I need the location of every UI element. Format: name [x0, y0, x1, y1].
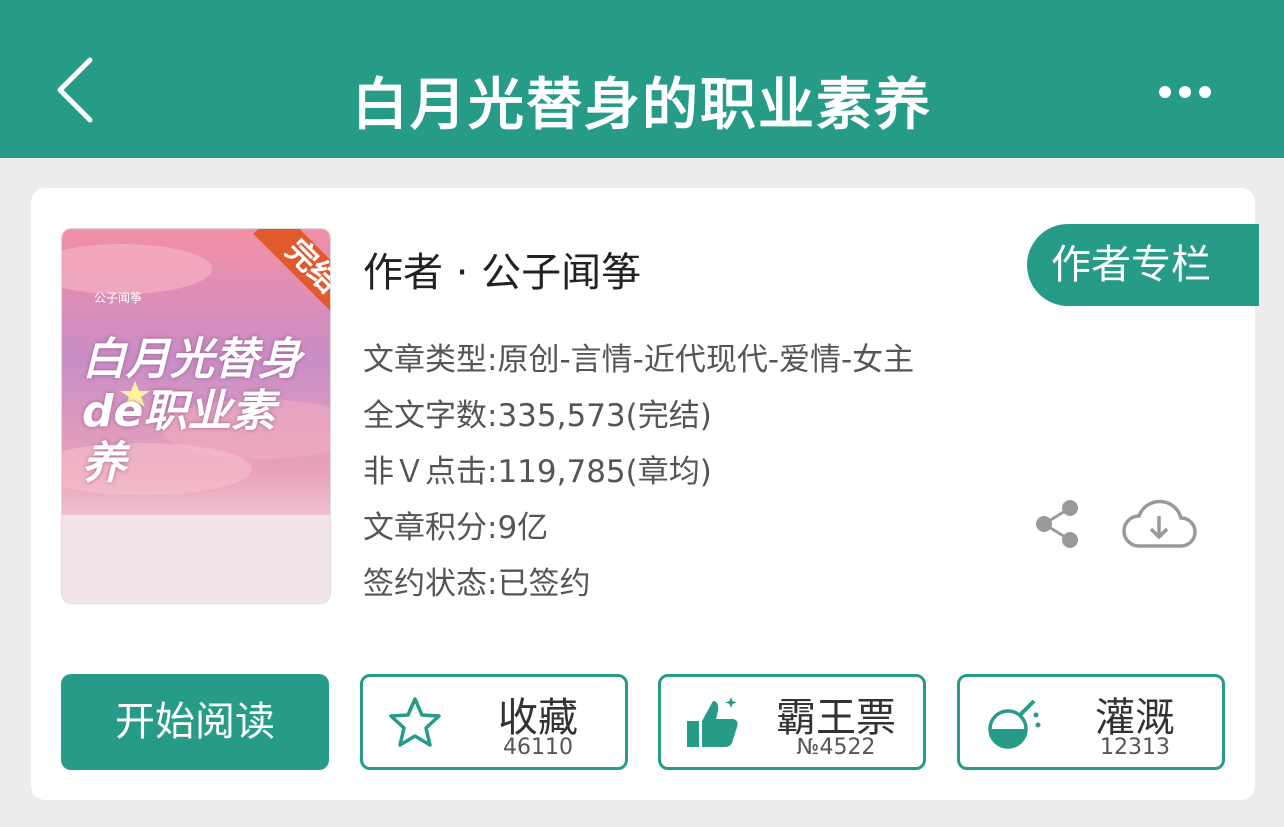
cover-title-art: 白月光替身de职业素养 — [82, 334, 302, 489]
more-button[interactable] — [1150, 72, 1220, 112]
book-info-list: 文章类型:原创-言情-近代现代-爱情-女主 全文字数:335,573(完结) 非… — [363, 332, 914, 612]
cover-author-label: 公子闻筝 — [94, 291, 143, 305]
info-score: 文章积分:9亿 — [363, 510, 549, 546]
watering-flask-icon — [988, 699, 1041, 749]
more-dots-icon — [1159, 86, 1211, 98]
start-reading-button[interactable]: 开始阅读 — [61, 674, 329, 770]
water-button[interactable]: 灌溉 12313 — [957, 674, 1225, 770]
page-title: 白月光替身的职业素养 — [352, 73, 932, 138]
share-button[interactable] — [1032, 496, 1082, 552]
favorite-button[interactable]: 收藏 46110 — [360, 674, 628, 770]
info-word-count: 全文字数:335,573(完结) — [363, 398, 712, 434]
info-genre: 文章类型:原创-言情-近代现代-爱情-女主 — [363, 342, 915, 378]
info-clicks: 非Ｖ点击:119,785(章均) — [363, 454, 712, 490]
water-count: 12313 — [1100, 735, 1170, 760]
author-line[interactable]: 作者 · 公子闻筝 — [363, 240, 641, 298]
info-contract-status: 签约状态:已签约 — [363, 566, 591, 602]
top-bar: 白月光替身的职业素养 — [0, 0, 1284, 158]
cloud-download-icon — [1122, 499, 1197, 548]
favorite-count: 46110 — [503, 735, 573, 760]
download-button[interactable] — [1121, 494, 1197, 554]
book-info-card: 公子闻筝 白月光替身de职业素养 完结 作者 · 公子闻筝 作者专栏 文章类型:… — [31, 188, 1259, 800]
book-cover[interactable]: 公子闻筝 白月光替身de职业素养 完结 — [61, 228, 331, 604]
share-icon — [1036, 500, 1078, 548]
star-icon — [389, 697, 441, 747]
thumbs-up-icon — [687, 697, 738, 747]
ticket-button[interactable]: 霸王票 №4522 — [658, 674, 926, 770]
author-column-button[interactable]: 作者专栏 — [1027, 224, 1259, 306]
ticket-count: №4522 — [796, 735, 876, 760]
